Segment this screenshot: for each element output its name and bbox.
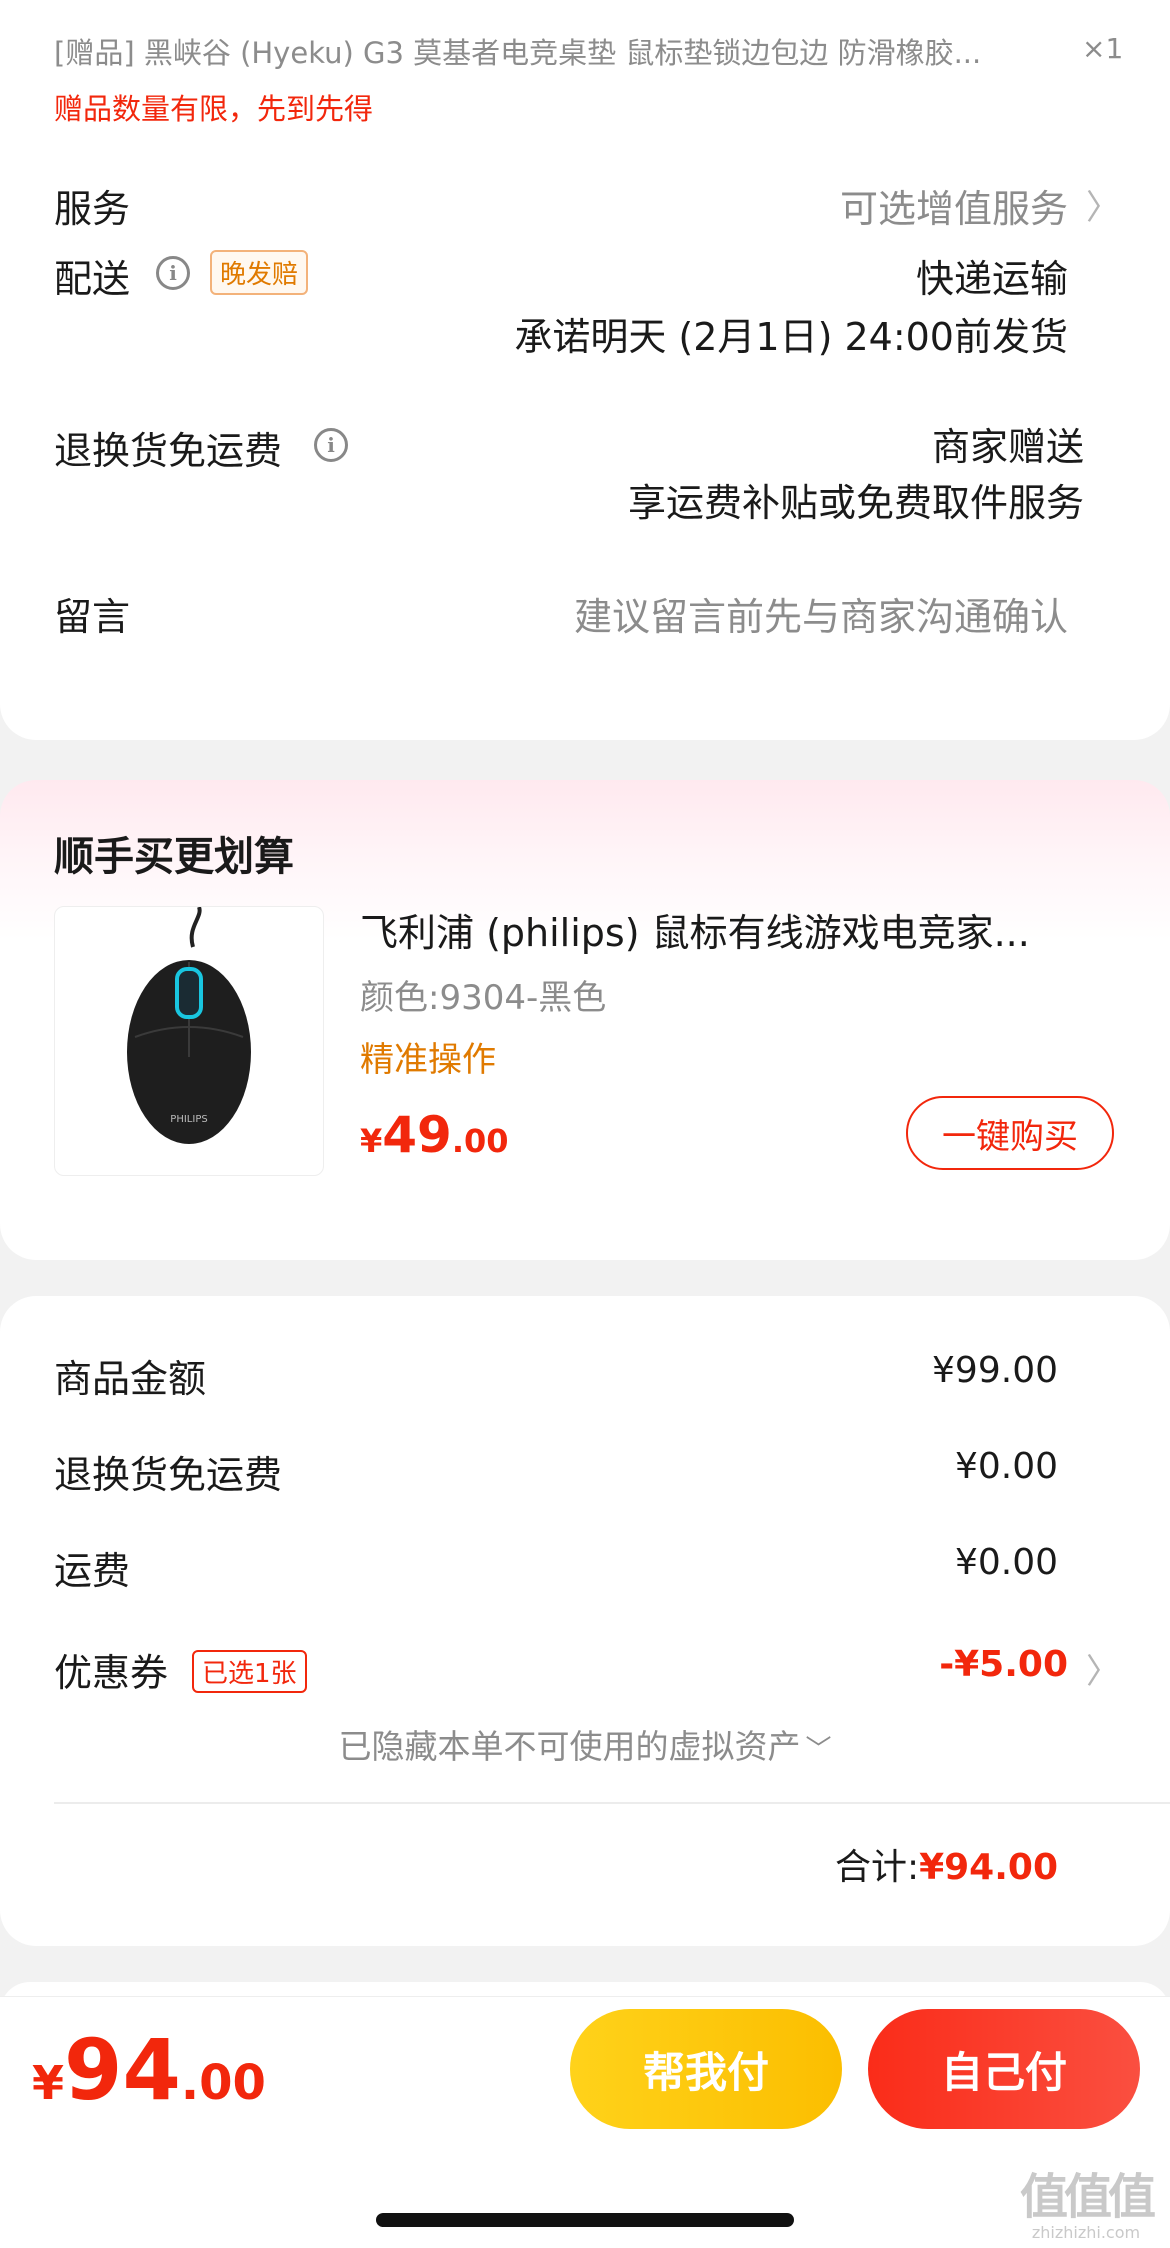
watermark-logo: 值值值 zhizhizhi.com [1020,2157,1156,2242]
payable-amount: ¥94.00 [32,2021,266,2119]
gift-notice: 赠品数量有限，先到先得 [54,92,374,126]
price-summary-card: 商品金额 ¥99.00 退换货免运费 ¥0.00 运费 ¥0.00 优惠券 已选… [0,1296,1170,1946]
home-indicator [376,2213,794,2227]
info-icon[interactable]: i [314,428,348,462]
chevron-down-icon: ﹀ [805,1735,832,1765]
watermark-text: 值值值 [1020,2169,1156,2225]
payable-integer: 94 [64,2021,181,2119]
chevron-right-icon: 〉 [1086,1652,1120,1692]
service-value: 可选增值服务 [839,187,1068,231]
coupon-label: 优惠券 [54,1651,169,1695]
total-label: 合计: [834,1847,920,1888]
chevron-right-icon: 〉 [1086,188,1120,228]
mouse-image: PHILIPS [127,906,251,1144]
shipping-value: ¥0.00 [954,1542,1058,1583]
one-click-buy-button[interactable]: 一键购买 [906,1096,1114,1170]
watermark-url: zhizhizhi.com [1031,2223,1141,2242]
hidden-assets-text: 已隐藏本单不可使用的虚拟资产 [338,1727,801,1766]
delivery-method: 快递运输 [915,257,1068,301]
product-image[interactable]: PHILIPS [54,906,324,1176]
delivery-label: 配送 [54,257,131,301]
coupon-selected-badge: 已选1张 [192,1650,307,1693]
product-image-brand: PHILIPS [170,1114,207,1125]
help-pay-button[interactable]: 帮我付 [570,2009,842,2129]
coupon-row[interactable]: -¥5.00 〉 [860,1636,1120,1702]
gift-title: [赠品] 黑峡谷 (Hyeku) G3 莫基者电竞桌垫 鼠标垫锁边包边 防滑橡胶… [54,36,982,70]
order-details-card: [赠品] 黑峡谷 (Hyeku) G3 莫基者电竞桌垫 鼠标垫锁边包边 防滑橡胶… [0,0,1170,740]
payable-currency: ¥ [32,2056,65,2110]
gift-quantity: ×1 [1082,32,1124,65]
return-fee-label: 退换货免运费 [54,1453,283,1497]
shipping-label: 运费 [54,1549,131,1593]
goods-amount-value: ¥99.00 [932,1350,1058,1391]
service-row[interactable]: 可选增值服务 〉 [780,178,1120,238]
self-pay-button[interactable]: 自己付 [868,2009,1140,2129]
message-label: 留言 [54,595,131,639]
product-highlight: 精准操作 [360,1040,496,1080]
addon-section-title: 顺手买更划算 [54,834,294,880]
price-integer: 49 [382,1106,452,1164]
delivery-promise: 承诺明天 (2月1日) 24:00前发货 [514,315,1068,359]
message-input[interactable]: 建议留言前先与商家沟通确认 [574,586,1068,641]
return-shipping-provider: 商家赠送 [931,425,1084,469]
return-fee-value: ¥0.00 [954,1446,1058,1487]
product-price: ¥49.00 [360,1106,509,1164]
return-shipping-label: 退换货免运费 [54,429,283,473]
price-currency: ¥ [360,1122,383,1160]
price-decimal: .00 [451,1122,509,1160]
divider [54,1802,1170,1804]
checkout-bar: ¥94.00 帮我付 自己付 值值值 zhizhizhi.com [0,1996,1170,2248]
return-shipping-benefit: 享运费补贴或免费取件服务 [627,481,1084,525]
product-variant: 颜色:9304-黑色 [360,978,607,1018]
coupon-value: -¥5.00 [939,1644,1068,1685]
late-delivery-compensation-badge: 晚发赔 [210,250,309,295]
goods-amount-label: 商品金额 [54,1357,207,1401]
addon-card: 顺手买更划算 PHILIPS 飞利浦 (philips) 鼠标有线游戏电竞家..… [0,780,1170,1260]
payable-decimal: .00 [180,2055,266,2111]
hidden-assets-toggle[interactable]: 已隐藏本单不可使用的虚拟资产 ﹀ [0,1720,1170,1768]
total-value: ¥94.00 [919,1847,1058,1888]
total-line: 合计:¥94.00 [835,1838,1058,1890]
info-icon[interactable]: i [156,256,190,290]
product-name[interactable]: 飞利浦 (philips) 鼠标有线游戏电竞家... [360,902,1110,957]
service-label: 服务 [54,187,131,231]
